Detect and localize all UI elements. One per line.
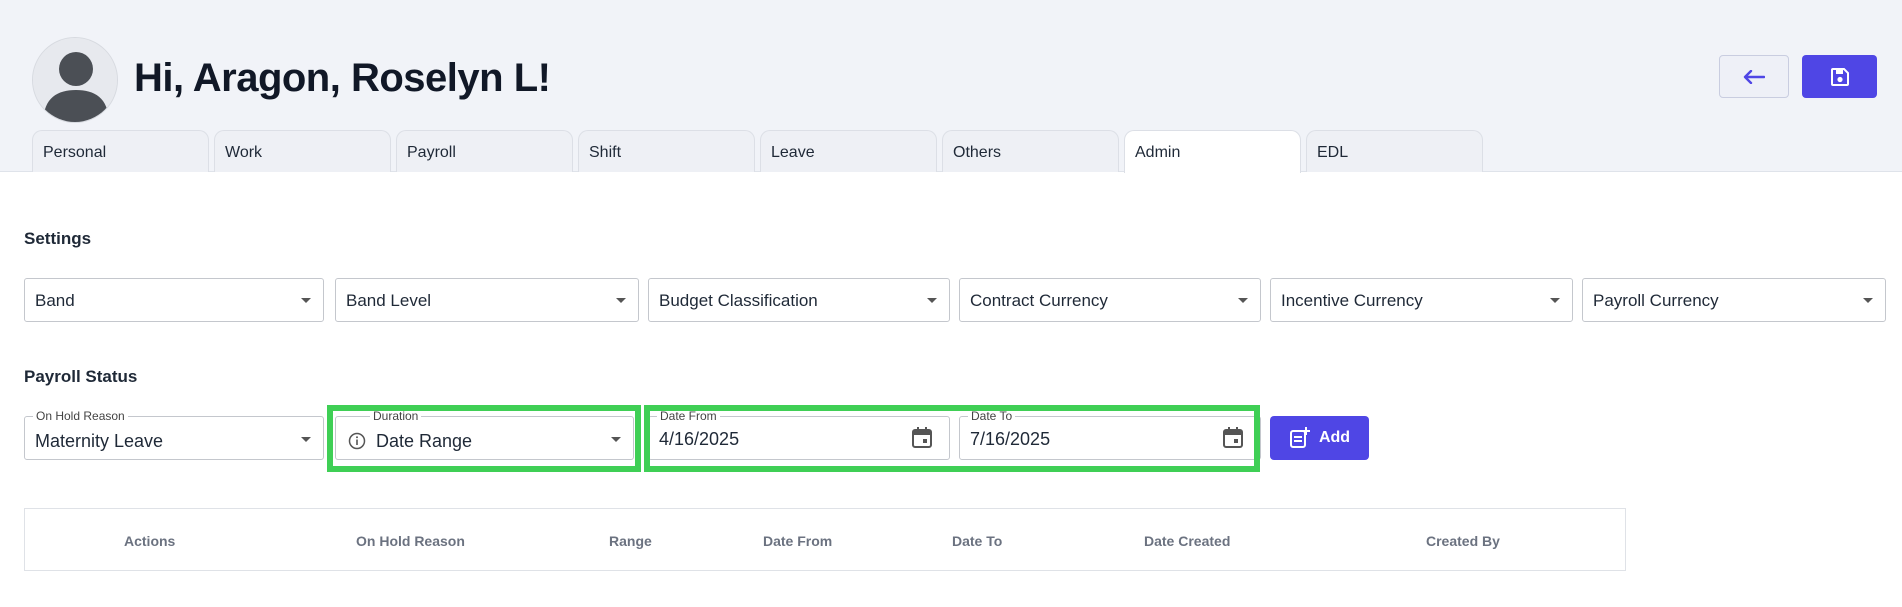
profile-tabs: Personal Work Payroll Shift Leave Others… — [32, 130, 1488, 173]
contract-currency-select[interactable]: Contract Currency — [959, 278, 1261, 322]
tab-others[interactable]: Others — [942, 130, 1119, 172]
date-to-legend: Date To — [968, 409, 1016, 423]
save-button[interactable] — [1802, 55, 1877, 98]
on-hold-reason-legend: On Hold Reason — [33, 409, 128, 423]
profile-header: Hi, Aragon, Roselyn L! Personal Work Pay… — [0, 0, 1902, 173]
duration-legend: Duration — [370, 409, 422, 423]
budget-classification-select-label: Budget Classification — [659, 291, 818, 310]
payroll-status-title: Payroll Status — [24, 367, 138, 386]
calendar-icon[interactable] — [1222, 426, 1244, 450]
band-select-label: Band — [35, 291, 75, 310]
calendar-icon[interactable] — [911, 426, 933, 450]
column-actions: Actions — [124, 533, 176, 549]
on-hold-reason-select[interactable]: On Hold Reason Maternity Leave — [24, 409, 324, 460]
avatar — [32, 37, 118, 123]
payroll-status-table: Actions On Hold Reason Range Date From D… — [24, 508, 1626, 571]
add-button[interactable]: Add — [1270, 416, 1369, 460]
column-date-from: Date From — [763, 533, 833, 549]
band-level-select[interactable]: Band Level — [335, 278, 639, 322]
tab-shift[interactable]: Shift — [578, 130, 755, 172]
column-date-created: Date Created — [1144, 533, 1231, 549]
date-from-field[interactable]: Date From 4/16/2025 — [648, 409, 950, 460]
band-select[interactable]: Band — [24, 278, 324, 322]
chevron-down-icon — [301, 437, 311, 442]
payroll-currency-select[interactable]: Payroll Currency — [1582, 278, 1886, 322]
budget-classification-select[interactable]: Budget Classification — [648, 278, 950, 322]
chevron-down-icon — [1863, 298, 1873, 303]
incentive-currency-select-label: Incentive Currency — [1281, 291, 1423, 310]
payroll-currency-select-label: Payroll Currency — [1593, 291, 1719, 310]
contract-currency-select-label: Contract Currency — [970, 291, 1108, 310]
greeting-title: Hi, Aragon, Roselyn L! — [134, 56, 551, 100]
column-created-by: Created By — [1426, 533, 1500, 549]
date-to-field[interactable]: Date To 7/16/2025 — [959, 409, 1261, 460]
incentive-currency-select[interactable]: Incentive Currency — [1270, 278, 1573, 322]
chevron-down-icon — [927, 298, 937, 303]
tab-admin[interactable]: Admin — [1124, 130, 1301, 173]
date-to-value: 7/16/2025 — [970, 429, 1051, 449]
add-button-label: Add — [1318, 429, 1351, 446]
floppy-disk-icon — [1830, 67, 1849, 86]
column-range: Range — [609, 533, 652, 549]
tab-edl[interactable]: EDL — [1306, 130, 1483, 172]
back-button[interactable] — [1719, 55, 1789, 98]
date-from-value: 4/16/2025 — [659, 429, 740, 449]
tab-personal[interactable]: Personal — [32, 130, 209, 172]
user-silhouette-icon — [33, 38, 117, 122]
tab-payroll[interactable]: Payroll — [396, 130, 573, 172]
info-icon — [348, 432, 366, 450]
duration-value: Date Range — [376, 431, 473, 451]
chevron-down-icon — [1238, 298, 1248, 303]
tab-leave[interactable]: Leave — [760, 130, 937, 172]
tab-work[interactable]: Work — [214, 130, 391, 172]
column-date-to: Date To — [952, 533, 1003, 549]
duration-select[interactable]: Duration Date Range — [335, 409, 634, 460]
chevron-down-icon — [611, 437, 621, 442]
chevron-down-icon — [301, 298, 311, 303]
chevron-down-icon — [1550, 298, 1560, 303]
band-level-select-label: Band Level — [346, 291, 432, 310]
column-on-hold-reason: On Hold Reason — [356, 533, 465, 549]
on-hold-reason-value: Maternity Leave — [35, 431, 164, 451]
chevron-down-icon — [616, 298, 626, 303]
settings-title: Settings — [24, 229, 92, 248]
note-add-icon — [1289, 427, 1310, 448]
date-from-legend: Date From — [657, 409, 720, 423]
arrow-left-icon — [1743, 69, 1765, 84]
